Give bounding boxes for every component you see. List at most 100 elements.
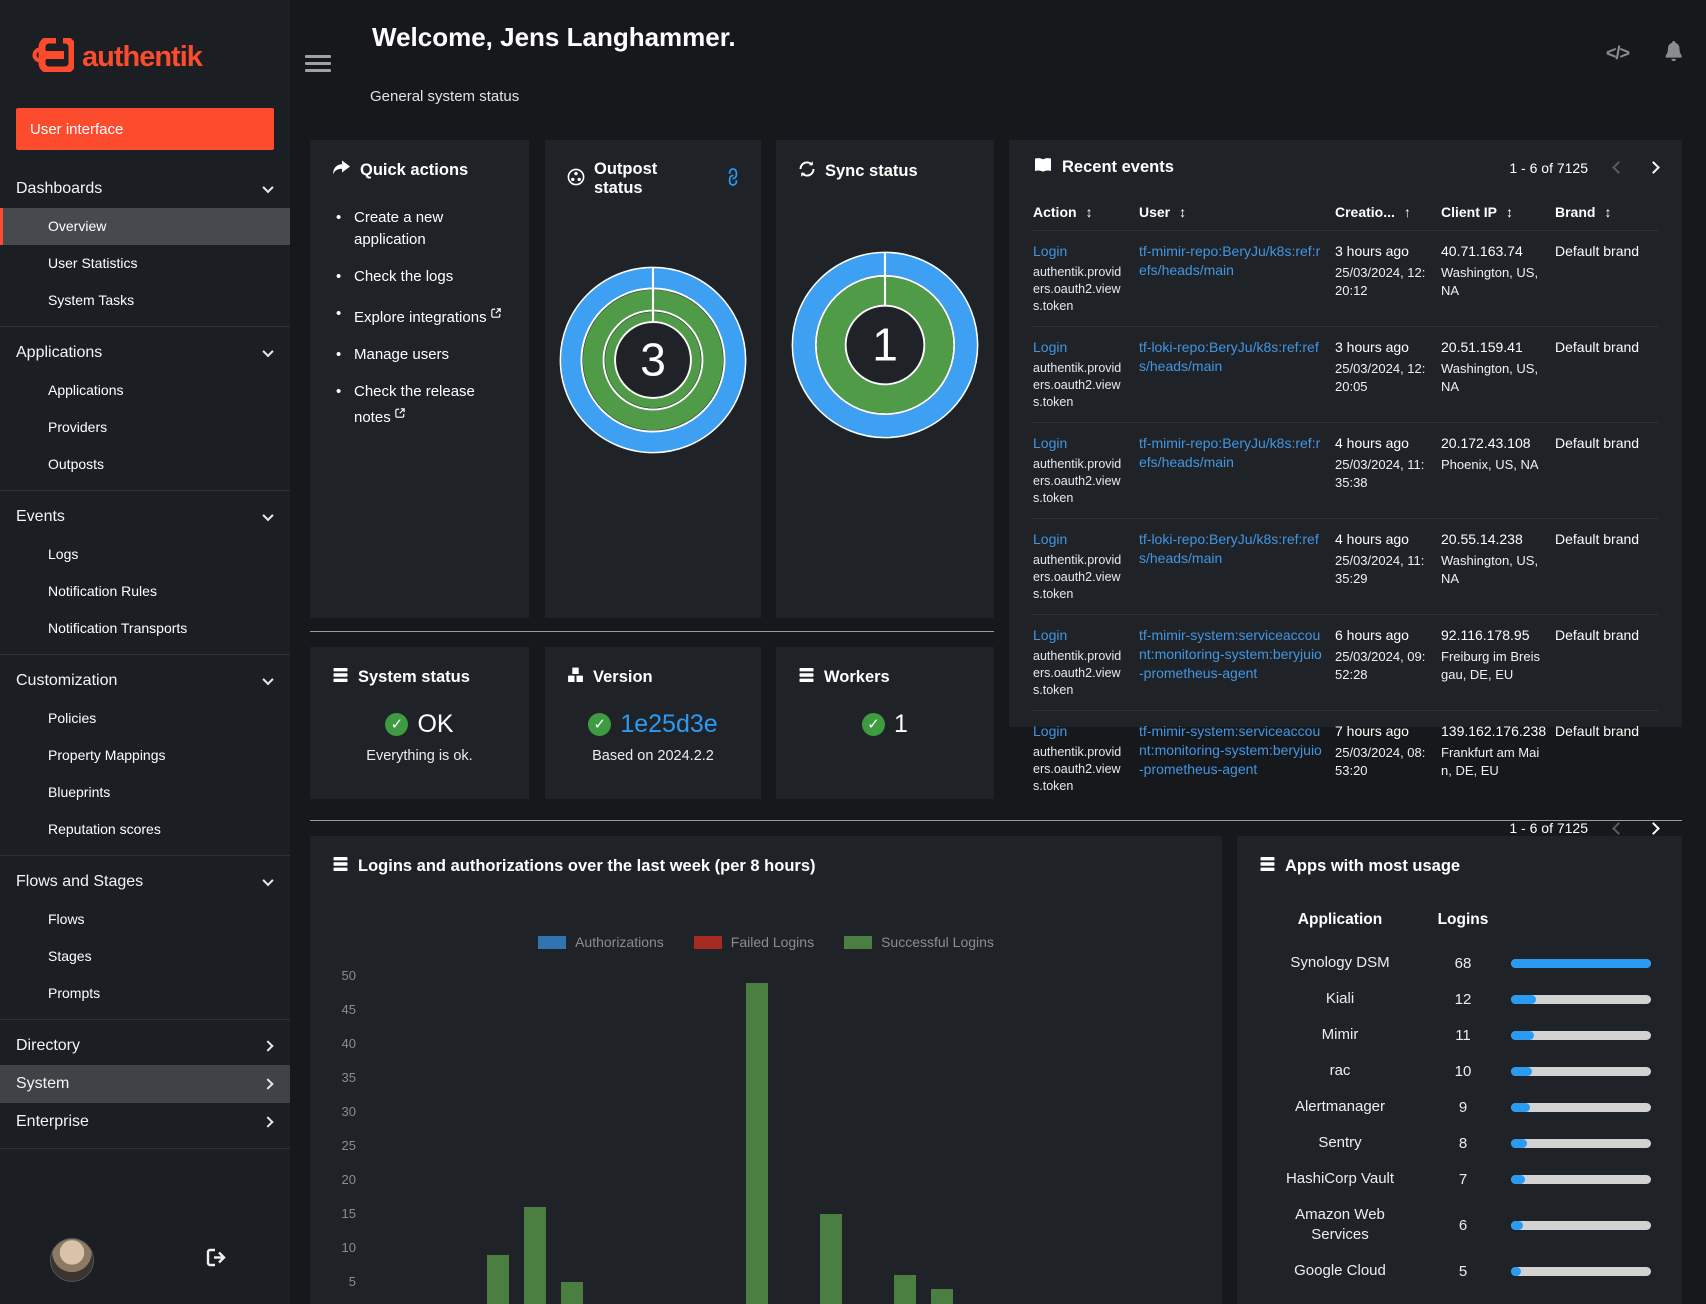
app-usage-logins: 68: [1454, 954, 1472, 972]
quick-action-label: Explore integrations: [354, 309, 487, 326]
sidebar-item-system-tasks[interactable]: System Tasks: [0, 282, 290, 319]
version-value-link[interactable]: 1e25d3e: [620, 710, 717, 739]
event-client-ip-cell: 20.51.159.41 Washington, US, NA: [1441, 327, 1555, 422]
quick-action-check-the-release-notes[interactable]: Check the release notes: [334, 381, 506, 429]
outpost-link-icon[interactable]: [725, 167, 741, 190]
sort-icon[interactable]: ↕: [1086, 204, 1093, 220]
quick-action-create-a-new-application[interactable]: Create a new application: [334, 207, 506, 251]
event-ip: 139.162.176.238: [1441, 723, 1547, 739]
sidebar-item-flows[interactable]: Flows: [0, 901, 290, 938]
events-column-action[interactable]: Action ↕: [1033, 196, 1139, 230]
pagination-prev-icon[interactable]: [1612, 161, 1625, 174]
sidebar-item-outposts[interactable]: Outposts: [0, 446, 290, 483]
sidebar-section-system[interactable]: System: [0, 1065, 290, 1103]
api-code-icon[interactable]: </>: [1606, 43, 1630, 64]
sidebar-item-notification-transports[interactable]: Notification Transports: [0, 610, 290, 647]
user-interface-button[interactable]: User interface: [16, 108, 274, 150]
sidebar-section-label: Events: [16, 508, 65, 525]
legend-label: Failed Logins: [730, 934, 815, 950]
legend-item-failed-logins[interactable]: Failed Logins: [693, 934, 815, 950]
progress-track: [1511, 1266, 1651, 1276]
sidebar-item-user-statistics[interactable]: User Statistics: [0, 245, 290, 282]
event-action-link[interactable]: Login: [1033, 435, 1067, 451]
sort-icon[interactable]: ↕: [1604, 204, 1611, 220]
sidebar-item-blueprints[interactable]: Blueprints: [0, 774, 290, 811]
check-circle-icon: ✓: [862, 713, 886, 736]
sidebar-item-logs[interactable]: Logs: [0, 536, 290, 573]
events-column-user[interactable]: User ↕: [1139, 196, 1335, 230]
app-usage-bar: [1507, 1174, 1657, 1184]
sidebar-item-applications[interactable]: Applications: [0, 372, 290, 409]
sidebar-section-customization[interactable]: Customization: [0, 662, 290, 700]
event-action-link[interactable]: Login: [1033, 339, 1067, 355]
y-axis-tick: 50: [341, 968, 356, 983]
notifications-bell-icon[interactable]: [1663, 40, 1684, 67]
event-user-link[interactable]: tf-loki-repo:BeryJu/k8s:ref:refs/heads/m…: [1139, 339, 1319, 374]
sidebar-section-enterprise[interactable]: Enterprise: [0, 1103, 290, 1141]
event-client-ip-cell: 20.55.14.238 Washington, US, NA: [1441, 519, 1555, 614]
event-user-link[interactable]: tf-mimir-system:serviceaccount:monitorin…: [1139, 723, 1322, 777]
event-action-link[interactable]: Login: [1033, 723, 1067, 739]
sidebar-item-providers[interactable]: Providers: [0, 409, 290, 446]
app-usage-bar: [1507, 1220, 1657, 1230]
apps-usage-card: Apps with most usage Application Logins …: [1237, 836, 1682, 1304]
event-timestamp: 25/03/2024, 11:35:38: [1335, 457, 1425, 490]
column-label: Creatio...: [1335, 204, 1395, 220]
chart-bar: [893, 1275, 916, 1304]
logout-icon[interactable]: [206, 1248, 228, 1272]
sidebar-item-overview[interactable]: Overview: [0, 208, 290, 245]
event-user-link[interactable]: tf-mimir-repo:BeryJu/k8s:ref:refs/heads/…: [1139, 435, 1320, 470]
event-user-link[interactable]: tf-mimir-system:serviceaccount:monitorin…: [1139, 627, 1322, 681]
sidebar-item-notification-rules[interactable]: Notification Rules: [0, 573, 290, 610]
sidebar-toggle-icon[interactable]: [305, 55, 331, 76]
app-usage-name: Synology DSM: [1290, 954, 1390, 971]
sidebar-divider: [0, 490, 290, 491]
authentik-logo[interactable]: authentik: [0, 0, 290, 84]
chart-bar: [486, 1254, 509, 1304]
system-status-subtitle: Everything is ok.: [366, 748, 473, 764]
sidebar-item-reputation-scores[interactable]: Reputation scores: [0, 811, 290, 848]
sidebar-item-policies[interactable]: Policies: [0, 700, 290, 737]
app-usage-logins: 7: [1458, 1170, 1468, 1188]
section-divider: [310, 820, 1682, 821]
chart-bar: [819, 1214, 842, 1304]
events-column-creatio[interactable]: Creatio... ↑: [1335, 196, 1441, 230]
recent-events-card: Recent events 1 - 6 of 7125 Action ↕ User ↕…: [1009, 140, 1682, 836]
pagination-next-icon[interactable]: [1647, 161, 1660, 174]
events-column-brand[interactable]: Brand ↕: [1555, 196, 1658, 230]
sort-icon[interactable]: ↕: [1506, 204, 1513, 220]
event-action-link[interactable]: Login: [1033, 627, 1067, 643]
event-action-cell: Login authentik.providers.oauth2.views.to…: [1033, 327, 1139, 422]
avatar[interactable]: [50, 1238, 94, 1282]
sort-icon[interactable]: ↕: [1179, 204, 1186, 220]
server-icon: [332, 667, 349, 688]
event-action-link[interactable]: Login: [1033, 243, 1067, 259]
sidebar-section-dashboards[interactable]: Dashboards: [0, 170, 290, 208]
event-user-link[interactable]: tf-mimir-repo:BeryJu/k8s:ref:refs/heads/…: [1139, 243, 1320, 278]
sync-status-donut: 1: [776, 249, 994, 441]
sidebar-section-label: Applications: [16, 344, 103, 361]
app-usage-logins: 9: [1458, 1098, 1468, 1116]
legend-item-authorizations[interactable]: Authorizations: [538, 934, 664, 950]
legend-swatch-icon: [693, 935, 722, 949]
sidebar-section-events[interactable]: Events: [0, 498, 290, 536]
sidebar-section-flows-and-stages[interactable]: Flows and Stages: [0, 863, 290, 901]
app-usage-logins: 5: [1458, 1262, 1468, 1280]
sort-asc-icon[interactable]: ↑: [1404, 204, 1411, 220]
quick-action-check-the-logs[interactable]: Check the logs: [334, 266, 506, 288]
events-column-client-ip[interactable]: Client IP ↕: [1441, 196, 1555, 230]
sidebar-section-applications[interactable]: Applications: [0, 334, 290, 372]
legend-item-successful-logins[interactable]: Successful Logins: [844, 934, 994, 950]
quick-action-label: Check the release notes: [354, 383, 475, 426]
sidebar-item-stages[interactable]: Stages: [0, 938, 290, 975]
pagination-next-icon[interactable]: [1647, 821, 1660, 835]
quick-action-manage-users[interactable]: Manage users: [334, 344, 506, 366]
sidebar-item-property-mappings[interactable]: Property Mappings: [0, 737, 290, 774]
event-time-ago: 4 hours ago: [1335, 435, 1409, 451]
sidebar-item-prompts[interactable]: Prompts: [0, 975, 290, 1012]
pagination-prev-icon[interactable]: [1612, 821, 1625, 835]
event-user-link[interactable]: tf-loki-repo:BeryJu/k8s:ref:refs/heads/m…: [1139, 531, 1319, 566]
event-action-link[interactable]: Login: [1033, 531, 1067, 547]
quick-action-explore-integrations[interactable]: Explore integrations: [334, 303, 506, 329]
sidebar-section-directory[interactable]: Directory: [0, 1027, 290, 1065]
